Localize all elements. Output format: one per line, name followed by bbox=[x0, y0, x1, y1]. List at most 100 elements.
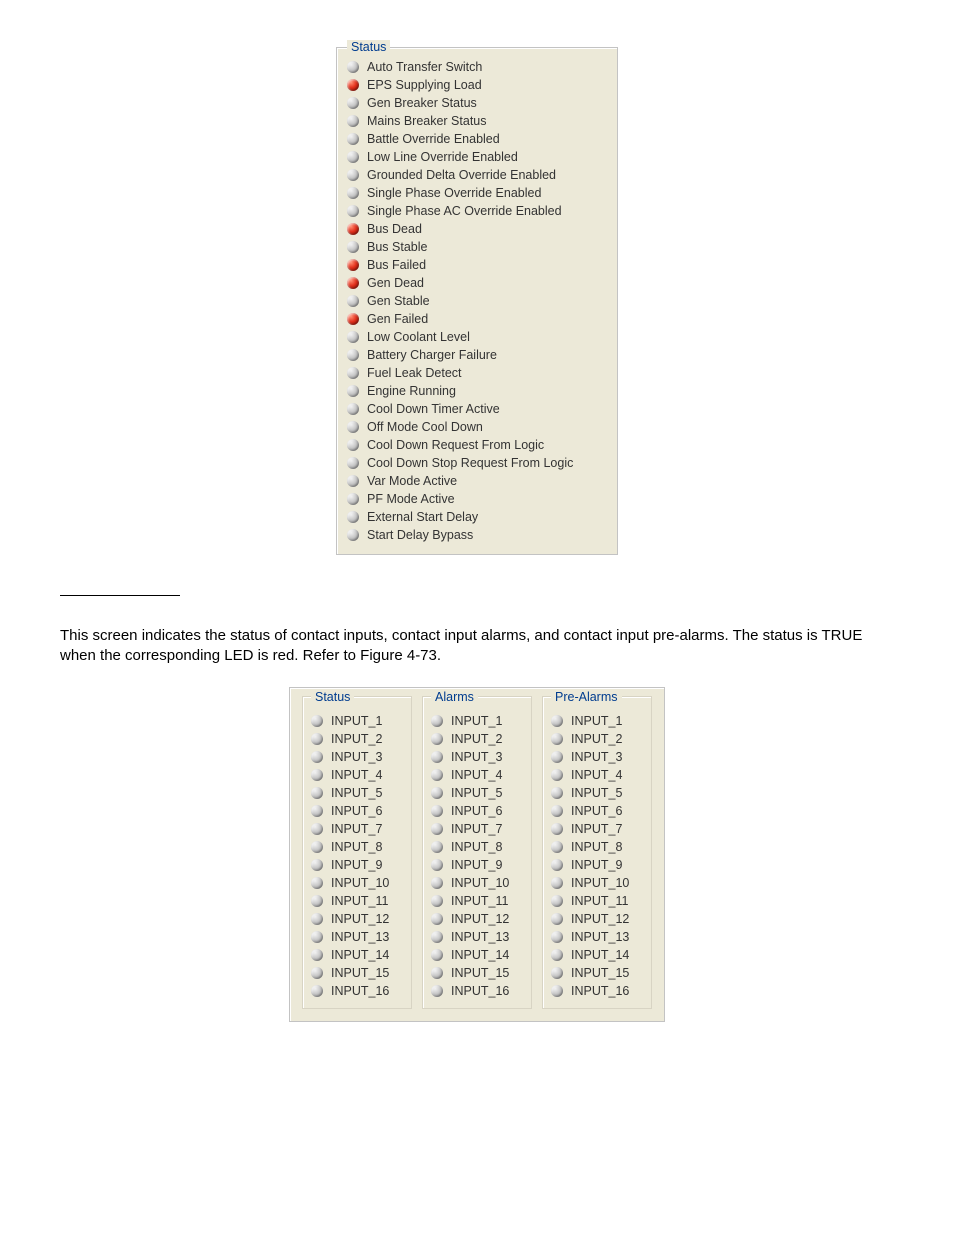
status-led-icon bbox=[347, 439, 359, 451]
input-item-label: INPUT_13 bbox=[571, 930, 629, 944]
input-item: INPUT_7 bbox=[551, 820, 643, 838]
input-led-icon bbox=[551, 769, 563, 781]
input-item-label: INPUT_16 bbox=[571, 984, 629, 998]
input-item: INPUT_7 bbox=[431, 820, 523, 838]
status-item: EPS Supplying Load bbox=[347, 76, 607, 94]
status-item-label: Cool Down Stop Request From Logic bbox=[367, 456, 573, 470]
input-item-label: INPUT_8 bbox=[571, 840, 622, 854]
status-item: Single Phase Override Enabled bbox=[347, 184, 607, 202]
input-led-icon bbox=[431, 877, 443, 889]
input-item-label: INPUT_1 bbox=[451, 714, 502, 728]
section-divider bbox=[60, 595, 180, 596]
input-led-icon bbox=[431, 859, 443, 871]
status-item: Battle Override Enabled bbox=[347, 130, 607, 148]
input-item: INPUT_16 bbox=[431, 982, 523, 1000]
input-led-icon bbox=[551, 841, 563, 853]
input-item-label: INPUT_6 bbox=[571, 804, 622, 818]
status-item-label: Gen Failed bbox=[367, 312, 428, 326]
status-led-icon bbox=[347, 529, 359, 541]
status-led-icon bbox=[347, 79, 359, 91]
input-item: INPUT_12 bbox=[311, 910, 403, 928]
input-led-icon bbox=[431, 805, 443, 817]
status-item-label: Cool Down Request From Logic bbox=[367, 438, 544, 452]
input-item: INPUT_4 bbox=[551, 766, 643, 784]
input-item-label: INPUT_15 bbox=[451, 966, 509, 980]
input-item: INPUT_8 bbox=[431, 838, 523, 856]
status-item-label: Start Delay Bypass bbox=[367, 528, 473, 542]
status-item-label: External Start Delay bbox=[367, 510, 478, 524]
input-led-icon bbox=[311, 841, 323, 853]
input-item-label: INPUT_2 bbox=[571, 732, 622, 746]
input-item: INPUT_11 bbox=[551, 892, 643, 910]
input-item: INPUT_13 bbox=[311, 928, 403, 946]
input-item-label: INPUT_5 bbox=[331, 786, 382, 800]
input-item-label: INPUT_7 bbox=[451, 822, 502, 836]
input-item-label: INPUT_10 bbox=[571, 876, 629, 890]
status-item: Cool Down Request From Logic bbox=[347, 436, 607, 454]
status-led-icon bbox=[347, 475, 359, 487]
input-led-icon bbox=[311, 787, 323, 799]
status-item: Battery Charger Failure bbox=[347, 346, 607, 364]
input-led-icon bbox=[551, 967, 563, 979]
input-item: INPUT_6 bbox=[431, 802, 523, 820]
input-item: INPUT_15 bbox=[551, 964, 643, 982]
input-item: INPUT_5 bbox=[431, 784, 523, 802]
input-item-label: INPUT_2 bbox=[451, 732, 502, 746]
input-led-icon bbox=[551, 895, 563, 907]
input-item: INPUT_3 bbox=[431, 748, 523, 766]
input-item: INPUT_9 bbox=[551, 856, 643, 874]
status-item: Grounded Delta Override Enabled bbox=[347, 166, 607, 184]
input-led-icon bbox=[551, 787, 563, 799]
input-item: INPUT_13 bbox=[551, 928, 643, 946]
status-item-label: Battle Override Enabled bbox=[367, 132, 500, 146]
input-item-label: INPUT_15 bbox=[331, 966, 389, 980]
status-item: Gen Breaker Status bbox=[347, 94, 607, 112]
input-item: INPUT_1 bbox=[431, 712, 523, 730]
input-item-label: INPUT_16 bbox=[451, 984, 509, 998]
status-item-label: Bus Failed bbox=[367, 258, 426, 272]
input-led-icon bbox=[431, 913, 443, 925]
input-item: INPUT_2 bbox=[431, 730, 523, 748]
input-item: INPUT_4 bbox=[311, 766, 403, 784]
input-led-icon bbox=[311, 859, 323, 871]
status-item: Bus Stable bbox=[347, 238, 607, 256]
status-panel-legend: Status bbox=[347, 40, 390, 54]
status-item: Bus Failed bbox=[347, 256, 607, 274]
input-item-label: INPUT_14 bbox=[331, 948, 389, 962]
status-led-icon bbox=[347, 151, 359, 163]
status-item-label: Fuel Leak Detect bbox=[367, 366, 462, 380]
status-item-label: Grounded Delta Override Enabled bbox=[367, 168, 556, 182]
input-item: INPUT_12 bbox=[551, 910, 643, 928]
input-item-label: INPUT_10 bbox=[331, 876, 389, 890]
status-item: Engine Running bbox=[347, 382, 607, 400]
status-item: Single Phase AC Override Enabled bbox=[347, 202, 607, 220]
input-item: INPUT_11 bbox=[311, 892, 403, 910]
status-led-icon bbox=[347, 313, 359, 325]
input-item-label: INPUT_3 bbox=[451, 750, 502, 764]
status-item-label: Bus Dead bbox=[367, 222, 422, 236]
status-led-icon bbox=[347, 133, 359, 145]
status-led-icon bbox=[347, 259, 359, 271]
input-item: INPUT_7 bbox=[311, 820, 403, 838]
inputs-group-legend: Alarms bbox=[431, 690, 478, 704]
input-item-label: INPUT_10 bbox=[451, 876, 509, 890]
status-panel: Status Auto Transfer SwitchEPS Supplying… bbox=[336, 40, 618, 555]
input-item-label: INPUT_5 bbox=[571, 786, 622, 800]
status-item: Off Mode Cool Down bbox=[347, 418, 607, 436]
input-item: INPUT_14 bbox=[431, 946, 523, 964]
input-led-icon bbox=[311, 733, 323, 745]
status-item: Low Coolant Level bbox=[347, 328, 607, 346]
input-item: INPUT_16 bbox=[551, 982, 643, 1000]
status-led-icon bbox=[347, 61, 359, 73]
status-item: Fuel Leak Detect bbox=[347, 364, 607, 382]
input-item: INPUT_3 bbox=[551, 748, 643, 766]
input-item: INPUT_10 bbox=[431, 874, 523, 892]
input-led-icon bbox=[431, 751, 443, 763]
input-item-label: INPUT_14 bbox=[451, 948, 509, 962]
input-item-label: INPUT_2 bbox=[331, 732, 382, 746]
input-led-icon bbox=[311, 985, 323, 997]
input-led-icon bbox=[551, 859, 563, 871]
status-item-label: Cool Down Timer Active bbox=[367, 402, 500, 416]
status-item-label: Single Phase Override Enabled bbox=[367, 186, 541, 200]
status-item-label: Low Coolant Level bbox=[367, 330, 470, 344]
